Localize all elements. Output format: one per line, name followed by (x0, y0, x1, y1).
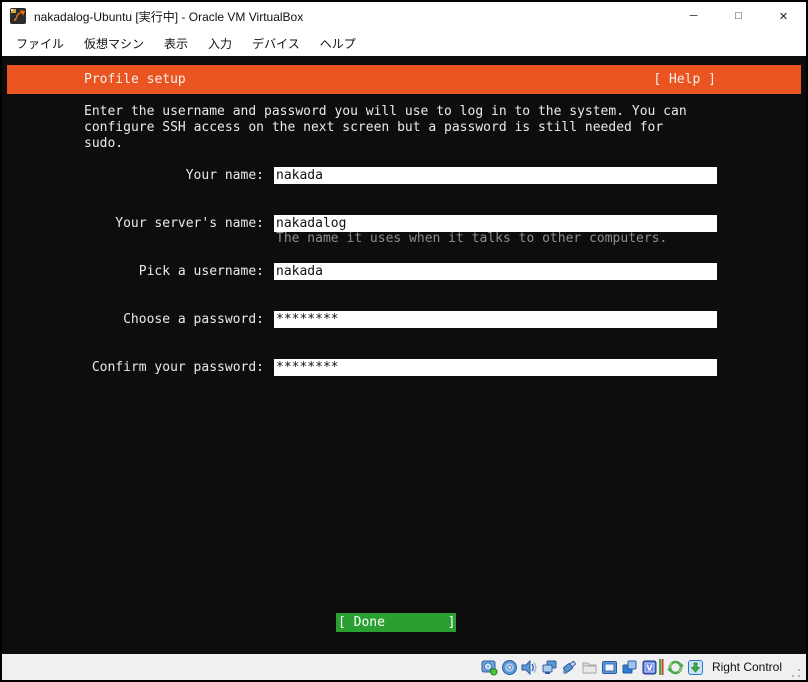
title-bar: nakadalog-Ubuntu [実行中] - Oracle VM Virtu… (2, 2, 806, 30)
mouse-integration-icon[interactable] (667, 659, 684, 676)
menu-help[interactable]: ヘルプ (310, 31, 366, 56)
features-icon[interactable]: V (641, 659, 658, 676)
form-row-confirm-password: Confirm your password: ******** (2, 359, 806, 376)
intro-line: sudo. (84, 136, 744, 152)
menu-file[interactable]: ファイル (6, 31, 74, 56)
minimize-button[interactable]: ─ (671, 2, 716, 30)
hard-disk-icon[interactable] (481, 659, 498, 676)
confirm-password-label: Confirm your password: (84, 359, 264, 376)
optical-disk-icon[interactable] (501, 659, 518, 676)
keyboard-capture-icon[interactable] (687, 659, 704, 676)
page-title: Profile setup (84, 72, 186, 87)
installer-header: Profile setup [ Help ] (7, 65, 801, 94)
username-input[interactable]: nakada (274, 263, 717, 280)
cpu-load-indicator (659, 659, 664, 675)
virtualbox-vm-icon (10, 8, 28, 24)
recording-icon[interactable] (621, 659, 638, 676)
window-title: nakadalog-Ubuntu [実行中] - Oracle VM Virtu… (34, 8, 671, 25)
menu-bar: ファイル 仮想マシン 表示 入力 デバイス ヘルプ (2, 30, 806, 56)
vm-display: Profile setup [ Help ] Enter the usernam… (2, 56, 806, 654)
resize-grip[interactable] (791, 668, 801, 678)
password-label: Choose a password: (84, 311, 264, 328)
help-button[interactable]: [ Help ] (653, 72, 716, 87)
menu-input[interactable]: 入力 (198, 31, 242, 56)
virtualbox-window: nakadalog-Ubuntu [実行中] - Oracle VM Virtu… (0, 0, 808, 682)
maximize-button[interactable]: □ (716, 2, 761, 30)
form-row-server-name: Your server's name: nakadalog (2, 215, 806, 232)
menu-machine[interactable]: 仮想マシン (74, 31, 154, 56)
network-icon[interactable] (541, 659, 558, 676)
host-key-label: Right Control (712, 660, 782, 674)
status-bar: V Right Control (2, 654, 806, 680)
menu-devices[interactable]: デバイス (242, 31, 310, 56)
intro-text: Enter the username and password you will… (84, 104, 744, 152)
your-name-label: Your name: (84, 167, 264, 184)
display-icon[interactable] (601, 659, 618, 676)
svg-text:V: V (646, 663, 653, 672)
audio-icon[interactable] (521, 659, 538, 676)
intro-line: Enter the username and password you will… (84, 104, 744, 120)
shared-folders-icon[interactable] (581, 659, 598, 676)
password-input[interactable]: ******** (274, 311, 717, 328)
menu-view[interactable]: 表示 (154, 31, 198, 56)
form-row-username: Pick a username: nakada (2, 263, 806, 280)
close-button[interactable]: ✕ (761, 2, 806, 30)
server-name-help: The name it uses when it talks to other … (276, 231, 667, 247)
form-row-password: Choose a password: ******** (2, 311, 806, 328)
usb-icon[interactable] (561, 659, 578, 676)
form-row-your-name: Your name: nakada (2, 167, 806, 184)
done-button[interactable]: [ Done ] (336, 613, 456, 632)
username-label: Pick a username: (84, 263, 264, 280)
confirm-password-input[interactable]: ******** (274, 359, 717, 376)
intro-line: configure SSH access on the next screen … (84, 120, 744, 136)
server-name-label: Your server's name: (84, 215, 264, 232)
window-controls: ─ □ ✕ (671, 2, 806, 30)
server-name-input[interactable]: nakadalog (274, 215, 717, 232)
your-name-input[interactable]: nakada (274, 167, 717, 184)
